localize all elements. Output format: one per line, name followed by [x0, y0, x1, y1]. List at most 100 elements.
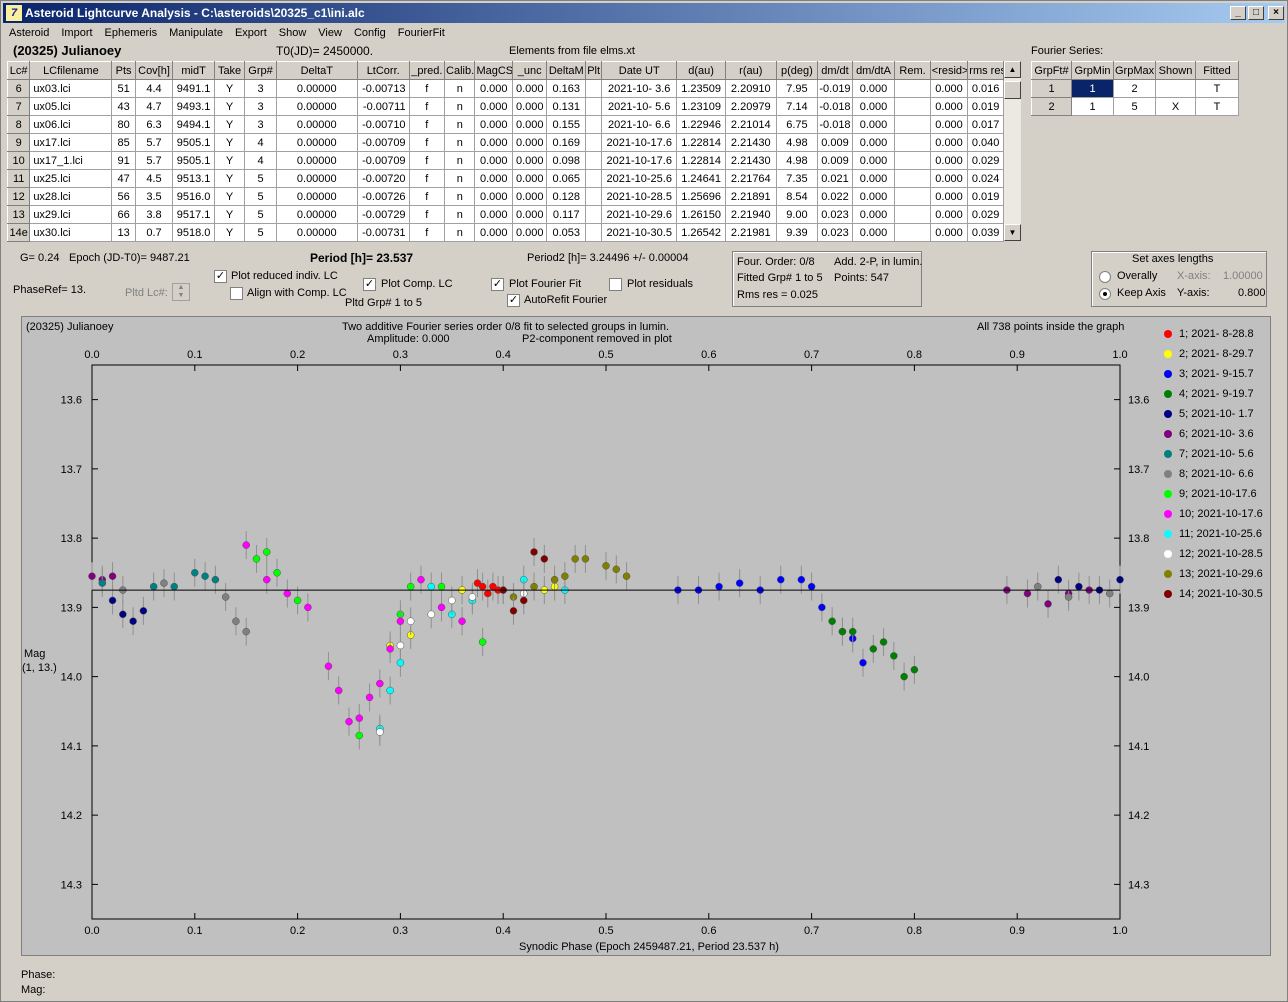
table-row[interactable]: 7 ux05.lci 43 4.7 9493.1 Y 3 0.00000 -0.00711 f n 0… [6, 97, 1004, 116]
table-cell[interactable]: 2021-10- 6.6 [601, 115, 678, 134]
table-cell[interactable]: 0.000 [929, 151, 969, 170]
table-cell[interactable]: 4 [244, 133, 277, 152]
fourier-cell[interactable]: 1 [1071, 97, 1114, 116]
fourier-cell[interactable] [1155, 79, 1196, 98]
table-cell[interactable]: f [408, 133, 446, 152]
menu-item-view[interactable]: View [312, 24, 348, 42]
table-cell[interactable]: n [444, 133, 476, 152]
table-cell[interactable]: ux17.lci [29, 133, 113, 152]
menu-item-asteroid[interactable]: Asteroid [3, 24, 55, 42]
table-cell[interactable]: 2.20979 [724, 97, 777, 116]
table-cell[interactable] [584, 187, 603, 206]
column-header[interactable]: Plt [584, 61, 603, 80]
table-cell[interactable]: 13 [111, 223, 136, 242]
table-cell[interactable]: 0.000 [511, 133, 548, 152]
table-row[interactable]: 9 ux17.lci 85 5.7 9505.1 Y 4 0.00000 -0.00709 f n 0… [6, 133, 1004, 152]
table-row[interactable]: 11 ux25.lci 47 4.5 9513.1 Y 5 0.00000 -0.00720 f n… [6, 169, 1004, 188]
table-cell[interactable]: 0.00000 [275, 151, 358, 170]
fourier-cell[interactable]: 1 [1031, 79, 1072, 98]
table-cell[interactable]: ux06.lci [29, 115, 113, 134]
table-cell[interactable]: 1.22946 [676, 115, 726, 134]
table-cell[interactable]: 5 [244, 187, 277, 206]
menu-item-config[interactable]: Config [348, 24, 392, 42]
table-cell[interactable]: 3.8 [134, 205, 174, 224]
table-cell[interactable]: 0.009 [817, 133, 853, 152]
table-cell[interactable]: 85 [111, 133, 136, 152]
fourier-cell[interactable]: 2 [1031, 97, 1072, 116]
table-cell[interactable]: 0.098 [546, 151, 586, 170]
table-cell[interactable]: 9518.0 [172, 223, 215, 242]
table-row[interactable]: 10 ux17_1.lci 91 5.7 9505.1 Y 4 0.00000 -0.00709… [6, 151, 1004, 170]
fourier-column-header[interactable]: Shown [1155, 61, 1196, 80]
fourier-cell[interactable]: X [1155, 97, 1196, 116]
table-cell[interactable]: 0.000 [851, 151, 896, 170]
column-header[interactable]: Grp# [244, 61, 277, 80]
menu-item-import[interactable]: Import [55, 24, 98, 42]
table-cell[interactable]: 4.98 [775, 133, 819, 152]
fourier-series-table[interactable]: GrpFt# GrpMin GrpMax Shown Fitted 1 1 2 T 2 1 5 X T [1031, 61, 1239, 116]
plot-comp-checkbox[interactable]: ✓ [363, 278, 376, 291]
menu-item-manipulate[interactable]: Manipulate [163, 24, 229, 42]
table-cell[interactable]: -0.00709 [356, 133, 410, 152]
table-cell[interactable]: 4.7 [134, 97, 174, 116]
table-cell[interactable]: -0.00713 [356, 79, 410, 98]
table-cell[interactable]: 4.5 [134, 169, 174, 188]
autorefit-checkbox[interactable]: ✓ [507, 294, 520, 307]
table-cell[interactable]: 5 [244, 205, 277, 224]
table-cell[interactable]: 9517.1 [172, 205, 215, 224]
table-cell[interactable]: 2021-10-25.6 [601, 169, 678, 188]
table-cell[interactable]: 4 [244, 151, 277, 170]
fourier-column-header[interactable]: GrpMax [1113, 61, 1156, 80]
table-cell[interactable]: 0.000 [511, 115, 548, 134]
column-header[interactable]: Calib. [444, 61, 476, 80]
table-cell[interactable]: 0.000 [474, 97, 513, 116]
table-cell[interactable]: 9505.1 [172, 151, 215, 170]
plot-panel[interactable]: 0.0 0.0 0.1 0.1 0.2 0.2 0.3 0.3 0.4 0.4 0.5 0.5 0.6 0… [21, 316, 1271, 956]
table-cell[interactable]: 0.000 [511, 223, 548, 242]
close-button[interactable]: × [1268, 6, 1284, 20]
table-cell[interactable]: ux29.lci [29, 205, 113, 224]
table-cell[interactable]: n [444, 79, 476, 98]
table-cell[interactable]: 9513.1 [172, 169, 215, 188]
table-cell[interactable]: 0.000 [511, 169, 548, 188]
table-cell[interactable]: 0.00000 [275, 133, 358, 152]
table-cell[interactable]: 0.000 [929, 205, 969, 224]
table-row[interactable]: 14e ux30.lci 13 0.7 9518.0 Y 5 0.00000 -0.00731 f… [6, 223, 1004, 242]
table-cell[interactable]: 2021-10-28.5 [601, 187, 678, 206]
table-cell[interactable]: n [444, 97, 476, 116]
fourier-cell[interactable]: 2 [1113, 79, 1156, 98]
table-cell[interactable]: n [444, 223, 476, 242]
table-cell[interactable]: 5.7 [134, 151, 174, 170]
lightcurve-table[interactable]: Lc# LCfilename Pts Cov[h] midT Take Grp# DeltaT… [6, 61, 1004, 242]
table-cell[interactable]: f [408, 115, 446, 134]
menu-item-show[interactable]: Show [273, 24, 313, 42]
table-row[interactable]: 12 ux28.lci 56 3.5 9516.0 Y 5 0.00000 -0.00726 f n… [6, 187, 1004, 206]
table-cell[interactable]: 1.22814 [676, 151, 726, 170]
table-cell[interactable]: 0.017 [967, 115, 1004, 134]
table-cell[interactable]: 0.00000 [275, 169, 358, 188]
scroll-thumb[interactable] [1004, 81, 1021, 99]
table-cell[interactable]: 0.7 [134, 223, 174, 242]
column-header[interactable]: Take [213, 61, 246, 80]
plot-reduced-checkbox[interactable]: ✓ [214, 270, 227, 283]
table-cell[interactable]: 2021-10-29.6 [601, 205, 678, 224]
table-cell[interactable]: n [444, 169, 476, 188]
table-cell[interactable]: 9494.1 [172, 115, 215, 134]
table-cell[interactable]: 9.39 [775, 223, 819, 242]
table-cell[interactable]: 1.23109 [676, 97, 726, 116]
column-header[interactable]: _unc [511, 61, 548, 80]
fourier-column-header[interactable]: Fitted [1195, 61, 1239, 80]
fourier-cell[interactable]: T [1195, 79, 1239, 98]
table-cell[interactable]: 0.00000 [275, 115, 358, 134]
table-cell[interactable] [894, 115, 931, 134]
table-row[interactable]: 8 ux06.lci 80 6.3 9494.1 Y 3 0.00000 -0.00710 f n 0… [6, 115, 1004, 134]
column-header[interactable]: d(au) [676, 61, 726, 80]
table-cell[interactable]: 0.000 [511, 151, 548, 170]
plot-fourier-checkbox[interactable]: ✓ [491, 278, 504, 291]
table-cell[interactable]: 0.023 [817, 223, 853, 242]
table-cell[interactable]: 0.00000 [275, 187, 358, 206]
column-header[interactable]: Pts [111, 61, 136, 80]
table-cell[interactable]: 0.000 [474, 133, 513, 152]
table-cell[interactable]: 0.000 [851, 223, 896, 242]
table-cell[interactable]: ux17_1.lci [29, 151, 113, 170]
